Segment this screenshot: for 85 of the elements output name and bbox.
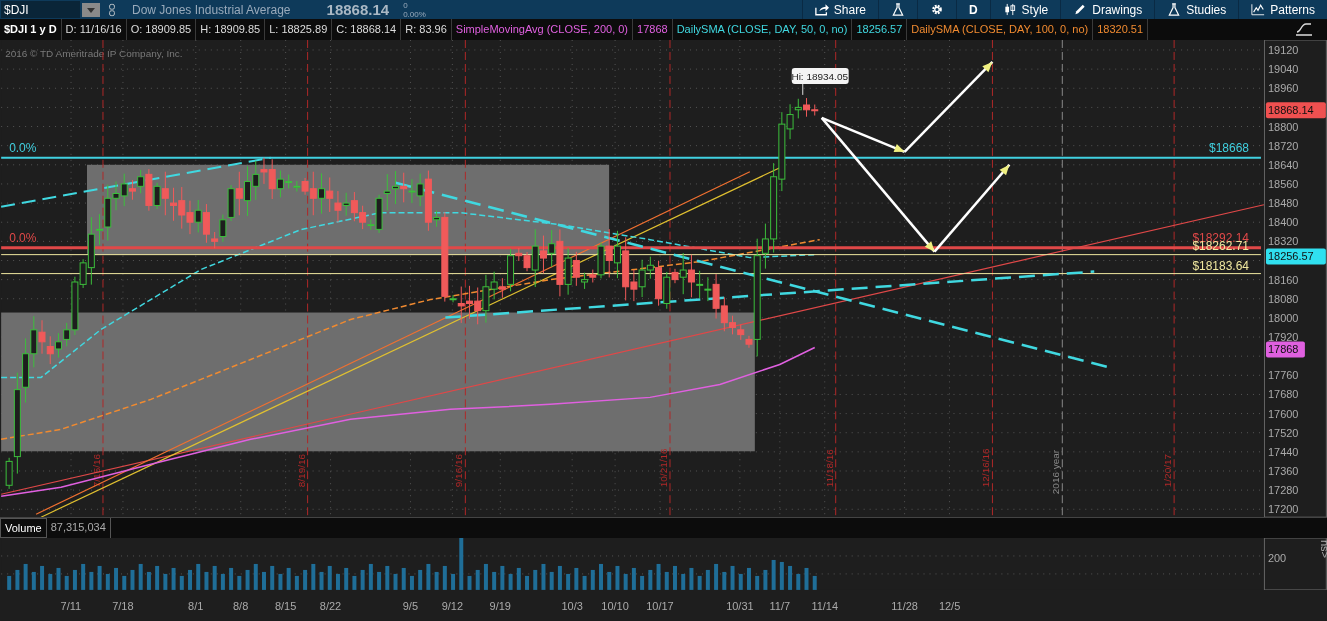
axis-tick-label: 19040 — [1267, 63, 1299, 76]
price-tag: 17868 — [1265, 341, 1305, 358]
level-label: $18668 — [1209, 140, 1249, 155]
axis-tick-label: 17760 — [1267, 369, 1299, 382]
date-marker-label: 1/20/17 — [1162, 453, 1174, 488]
chart-title: $DJI 1 y D — [0, 19, 62, 40]
percent-change: 0.00% — [403, 9, 426, 19]
study-name[interactable]: DailySMA (CLOSE, DAY, 50, 0, no) — [672, 19, 853, 40]
axis-tick-label: 17520 — [1267, 426, 1299, 439]
axis-tick-label: 8/1 — [188, 600, 204, 612]
axis-tick-label: 17680 — [1267, 388, 1299, 401]
axis-tick-label: 10/17 — [646, 600, 674, 612]
study-value: 18256.57 — [852, 19, 908, 40]
level-label: 0.0% — [9, 140, 37, 155]
axis-tick-label: 8/15 — [274, 600, 297, 612]
axis-tick-label: 11/14 — [811, 600, 839, 612]
share-icon — [814, 3, 829, 16]
axis-tick-label: 17200 — [1267, 503, 1299, 516]
last-price: 18868.14 — [326, 1, 390, 18]
axis-tick-label: 10/10 — [601, 600, 629, 612]
axis-tick-label: 18080 — [1267, 292, 1299, 305]
axis-tick-label: 11/7 — [769, 600, 791, 612]
axis-tick-label: 7/18 — [112, 600, 134, 612]
study-value: 17868 — [633, 19, 673, 40]
flask-icon — [1167, 3, 1182, 16]
axis-tick-label: 18000 — [1267, 311, 1299, 324]
symbol-field[interactable]: $DJI — [1, 1, 80, 18]
axis-tick-label: 18480 — [1267, 197, 1299, 210]
axis-tick-label: 17920 — [1267, 331, 1299, 343]
net-change: 0 — [403, 0, 409, 10]
level-label: $18183.64 — [1192, 258, 1249, 273]
axis-tick-label: 10/31 — [726, 600, 754, 612]
price-tag: 18868.14 — [1265, 102, 1326, 119]
study-value: 18320.51 — [1093, 19, 1149, 40]
date-marker-label: 8/19/16 — [295, 453, 307, 488]
ohlc-value: O: 18909.85 — [126, 19, 197, 40]
date-marker-label: 12/16/16 — [980, 448, 992, 488]
axis-tick-label: 18320 — [1267, 235, 1299, 248]
axis-tick-label: 10/3 — [561, 600, 583, 612]
axis-tick-label: 7/11 — [60, 600, 82, 612]
axis-tick-label: 17440 — [1267, 445, 1299, 458]
volume-label: Volume — [0, 518, 47, 539]
axis-tick-label: 12/5 — [938, 600, 961, 612]
ohlc-value: D: 11/16/16 — [61, 19, 127, 40]
axis-tick-label: 18160 — [1267, 273, 1299, 286]
axis-tick-label: 18400 — [1267, 216, 1299, 229]
settings-icon — [929, 3, 944, 16]
ohlc-value: L: 18825.89 — [265, 19, 333, 40]
axis-tick-label: 18720 — [1267, 139, 1299, 152]
high-label: Hi: 18934.05 — [791, 70, 848, 82]
axis-tick-label: 11/28 — [891, 600, 918, 612]
date-marker-label: 7/15/16 — [91, 453, 102, 488]
axis-tick-label: 18640 — [1267, 158, 1299, 171]
axis-tick-label: 18960 — [1267, 82, 1299, 95]
date-marker-label: 9/16/16 — [453, 453, 465, 488]
flask-icon — [890, 3, 905, 16]
curve-icon[interactable] — [1295, 22, 1313, 36]
axis-tick-label: 200 — [1267, 552, 1287, 565]
date-marker-label: 11/18/16 — [823, 449, 835, 488]
dropdown-icon[interactable] — [82, 2, 100, 17]
axis-tick-label: 9/19 — [489, 600, 511, 612]
axis-tick-label: 9/12 — [441, 600, 463, 612]
study-name[interactable]: SimpleMovingAvg (CLOSE, 200, 0) — [451, 19, 634, 40]
axis-tick-label: 17600 — [1267, 407, 1299, 420]
instrument-name: Dow Jones Industrial Average — [132, 2, 291, 17]
side-tab-label[interactable]: ns> — [1318, 540, 1327, 559]
candlestick-icon — [1002, 3, 1017, 16]
axis-tick-label: 9/5 — [402, 600, 418, 612]
link-icon[interactable] — [108, 2, 116, 17]
ohlc-value: H: 18909.85 — [196, 19, 266, 40]
axis-tick-label: 18800 — [1267, 120, 1299, 133]
axis-tick-label: 19120 — [1267, 43, 1299, 56]
axis-tick-label: 8/22 — [319, 600, 342, 612]
pattern-icon — [1251, 3, 1266, 16]
axis-tick-label: 18560 — [1267, 177, 1299, 190]
copyright-text: 2016 © TD Ameritrade IP Company, Inc. — [5, 47, 183, 59]
study-name[interactable]: DailySMA (CLOSE, DAY, 100, 0, no) — [907, 19, 1094, 40]
ohlc-value: C: 18868.14 — [332, 19, 402, 40]
axis-tick-label: 17280 — [1267, 484, 1299, 497]
date-marker-label: 2016 year — [1050, 449, 1062, 495]
axis-tick-label: 8/8 — [233, 600, 249, 612]
date-marker-label: 10/21/16 — [658, 448, 669, 488]
axis-tick-label: 17360 — [1267, 464, 1299, 477]
level-label: 0.0% — [9, 230, 37, 245]
ohlc-value: R: 83.96 — [401, 19, 452, 40]
